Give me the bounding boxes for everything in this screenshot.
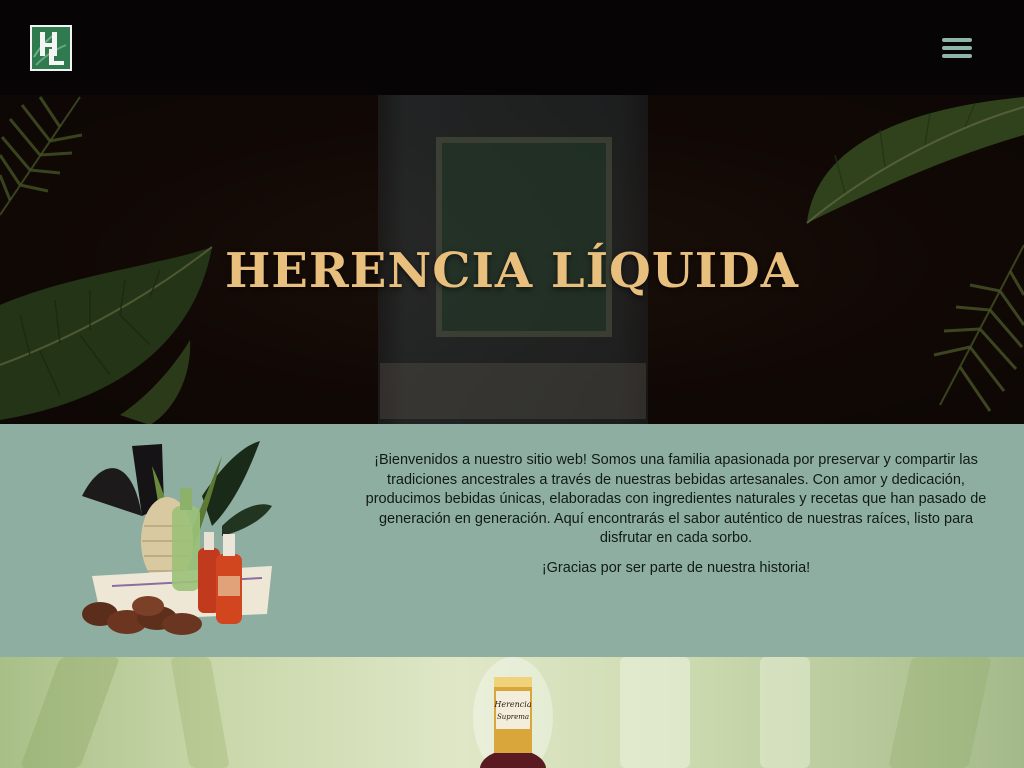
hero-title: HERENCIA LÍQUIDA	[224, 243, 800, 299]
sugarcane-image	[888, 657, 992, 768]
logo-monogram-icon	[33, 31, 67, 66]
brand-logo[interactable]	[30, 24, 72, 71]
hamburger-menu-icon[interactable]	[940, 34, 974, 62]
menu-bar	[942, 45, 972, 50]
svg-text:Suprema: Suprema	[497, 713, 529, 721]
menu-bar	[942, 37, 972, 42]
intro-section: ¡Bienvenidos a nuestro sitio web! Somos …	[0, 424, 1024, 657]
intro-text: ¡Bienvenidos a nuestro sitio web! Somos …	[356, 451, 996, 578]
thanks-paragraph: ¡Gracias por ser parte de nuestra histor…	[541, 559, 811, 576]
artisanal-drinks-image	[82, 441, 272, 635]
product-showcase-section: Herencia Suprema	[0, 657, 1024, 768]
sugarcane-image	[760, 657, 810, 768]
menu-bar	[942, 53, 972, 58]
liquor-bottle-image: Herencia Suprema	[473, 657, 553, 768]
site-header	[0, 0, 1024, 95]
svg-text:Herencia: Herencia	[493, 700, 531, 709]
sugarcane-image	[620, 657, 690, 768]
sugarcane-image	[19, 657, 121, 768]
hero-banner: HERENCIA LÍQUIDA	[0, 95, 1024, 424]
sugarcane-image	[170, 657, 230, 768]
welcome-paragraph: ¡Bienvenidos a nuestro sitio web! Somos …	[365, 452, 987, 546]
